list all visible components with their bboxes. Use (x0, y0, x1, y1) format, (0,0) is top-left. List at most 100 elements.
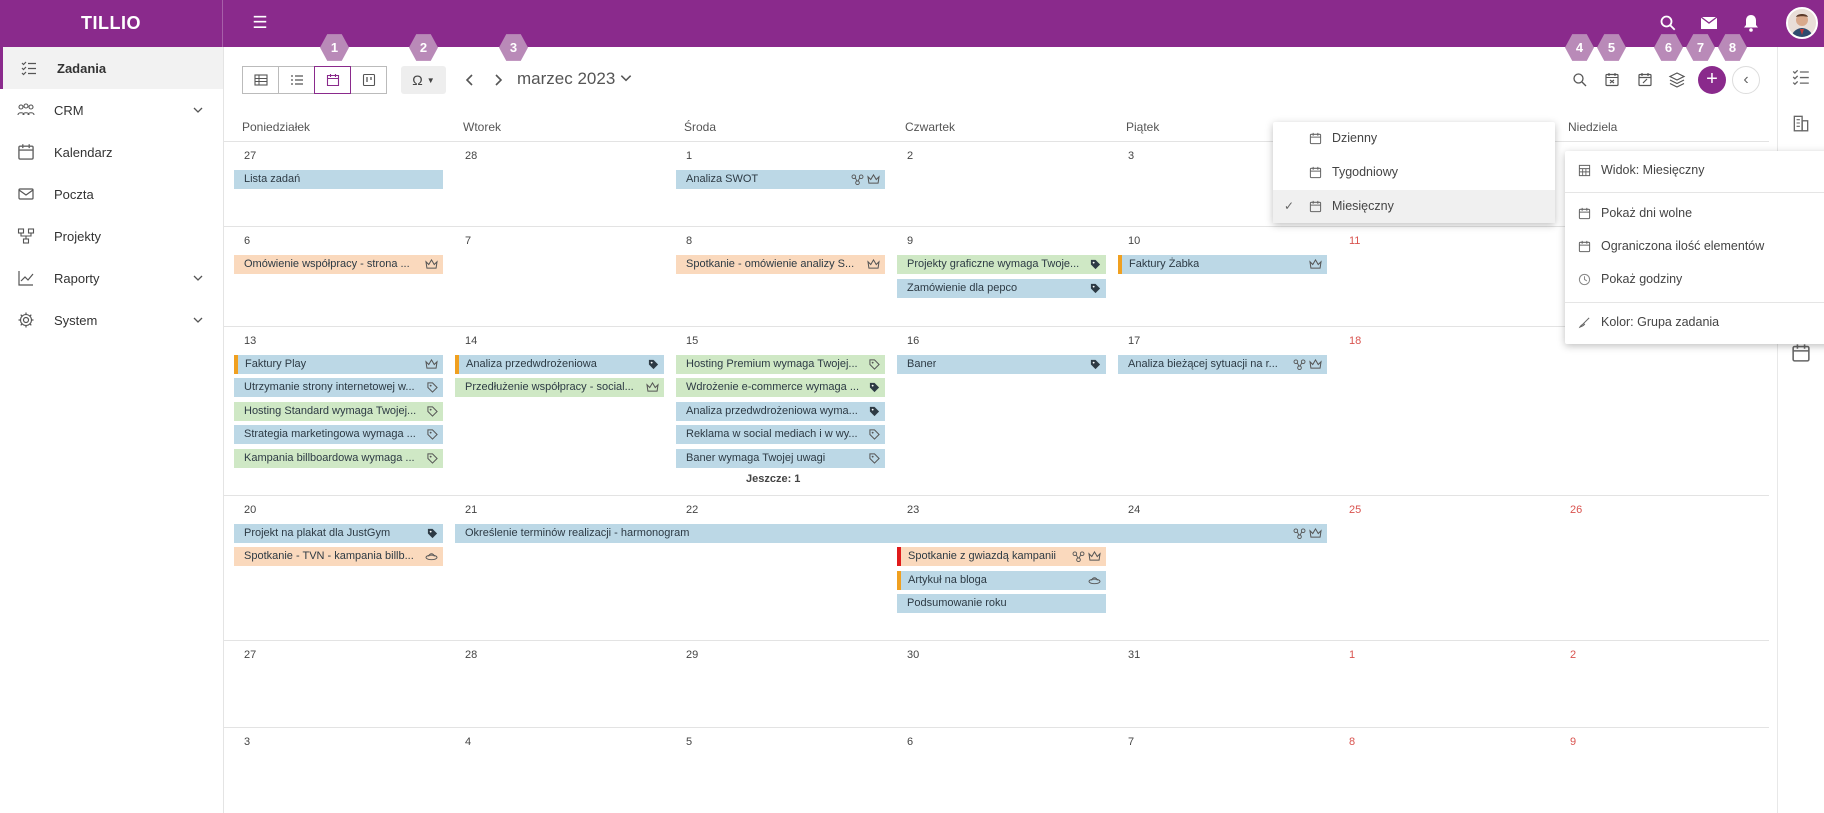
sidebar-item-kalendarz[interactable]: Kalendarz (0, 131, 223, 173)
day-number[interactable]: 17 (1128, 335, 1140, 347)
day-number[interactable]: 20 (244, 504, 256, 516)
day-number[interactable]: 3 (1128, 150, 1134, 162)
day-number[interactable]: 11 (1349, 235, 1360, 247)
toggle-row-limit-items[interactable]: Ograniczona ilość elementów (1565, 231, 1824, 263)
sidebar-item-crm[interactable]: CRM (0, 89, 223, 131)
day-number[interactable]: 23 (907, 504, 919, 516)
calendar-event[interactable]: Artykuł na bloga (897, 571, 1106, 590)
day-number[interactable]: 2 (907, 150, 913, 162)
view-setting-row[interactable]: Widok: Miesięczny 9 » (1565, 155, 1824, 187)
sidebar-item-system[interactable]: System (0, 299, 223, 341)
day-number[interactable]: 26 (1570, 504, 1582, 516)
toggle-row-show-hours[interactable]: Pokaż godziny (1565, 264, 1824, 296)
day-number[interactable]: 13 (244, 335, 256, 347)
day-number[interactable]: 27 (244, 150, 256, 162)
calendar-icon[interactable] (1791, 343, 1811, 363)
calendar-event[interactable]: Spotkanie z gwiazdą kampanii (897, 547, 1106, 566)
view-option-daily[interactable]: Dzienny (1273, 122, 1555, 155)
day-number[interactable]: 4 (465, 736, 471, 748)
calendar-event[interactable]: Strategia marketingowa wymaga ... (234, 425, 443, 444)
day-number[interactable]: 7 (1128, 736, 1134, 748)
calendar-event[interactable]: Analiza przedwdrożeniowa wyma... (676, 402, 885, 421)
day-number[interactable]: 28 (465, 150, 477, 162)
calendar-event[interactable]: Omówienie współpracy - strona ... (234, 255, 443, 274)
color-setting-row[interactable]: Kolor: Grupa zadania » (1565, 307, 1824, 339)
day-number[interactable]: 6 (244, 235, 250, 247)
calendar-event[interactable]: Spotkanie - TVN - kampania billb... (234, 547, 443, 566)
calendar-event[interactable]: Projekt na plakat dla JustGym (234, 524, 443, 543)
resource-filter-button[interactable]: Ω ▼ (401, 66, 446, 94)
prev-month-arrow-icon[interactable] (460, 70, 480, 90)
day-number[interactable]: 7 (465, 235, 471, 247)
calendar-event[interactable]: Analiza bieżącej sytuacji na r... (1118, 355, 1327, 374)
day-number[interactable]: 1 (1349, 649, 1355, 661)
day-number[interactable]: 18 (1349, 335, 1361, 347)
day-number[interactable]: 21 (465, 504, 477, 516)
calendar-event[interactable]: Hosting Premium wymaga Twojej... (676, 355, 885, 374)
day-number[interactable]: 2 (1570, 649, 1576, 661)
day-number[interactable]: 10 (1128, 235, 1140, 247)
bell-icon[interactable] (1740, 12, 1762, 34)
day-number[interactable]: 6 (907, 736, 913, 748)
more-events-link[interactable]: Jeszcze: 1 (746, 473, 800, 485)
search-icon[interactable] (1657, 12, 1679, 34)
calendar-event[interactable]: Podsumowanie roku (897, 594, 1106, 613)
calendar-event[interactable]: Przedłużenie współpracy - social... (455, 378, 664, 397)
calendar-event[interactable]: Projekty graficzne wymaga Twoje... (897, 255, 1106, 274)
app-logo[interactable]: TILLIO (0, 0, 223, 47)
tasks-icon[interactable] (1791, 67, 1811, 87)
calendar-event[interactable]: Baner (897, 355, 1106, 374)
calendar-event[interactable]: Analiza przedwdrożeniowa (455, 355, 664, 374)
day-number[interactable]: 29 (686, 649, 698, 661)
day-number[interactable]: 3 (244, 736, 250, 748)
day-number[interactable]: 31 (1128, 649, 1140, 661)
day-number[interactable]: 27 (244, 649, 256, 661)
collapse-panel-button[interactable]: ‹ (1732, 66, 1760, 94)
day-number[interactable]: 1 (686, 150, 692, 162)
day-number[interactable]: 24 (1128, 504, 1140, 516)
add-button[interactable]: + (1698, 66, 1726, 94)
calendar-event[interactable]: Zamówienie dla pepco (897, 279, 1106, 298)
next-month-arrow-icon[interactable] (488, 70, 508, 90)
list-view-button[interactable] (278, 66, 315, 94)
calendar-event[interactable]: Kampania billboardowa wymaga ... (234, 449, 443, 468)
sidebar-item-zadania[interactable]: Zadania (0, 47, 223, 89)
day-number[interactable]: 28 (465, 649, 477, 661)
menu-toggle-icon[interactable]: ☰ (249, 12, 271, 34)
day-number[interactable]: 8 (686, 235, 692, 247)
day-number[interactable]: 9 (1570, 736, 1576, 748)
calendar-event[interactable]: Określenie terminów realizacji - harmono… (455, 524, 1327, 543)
day-number[interactable]: 9 (907, 235, 913, 247)
sidebar-item-poczta[interactable]: Poczta (0, 173, 223, 215)
day-number[interactable]: 5 (686, 736, 692, 748)
calendar-view-button[interactable] (314, 66, 351, 94)
sidebar-item-raporty[interactable]: Raporty (0, 257, 223, 299)
calendar-x-icon[interactable] (1602, 70, 1622, 90)
calendar-event[interactable]: Faktury Play (234, 355, 443, 374)
building-icon[interactable] (1791, 113, 1811, 133)
calendar-event[interactable]: Wdrożenie e-commerce wymaga ... (676, 378, 885, 397)
day-number[interactable]: 15 (686, 335, 698, 347)
view-option-weekly[interactable]: Tygodniowy (1273, 156, 1555, 189)
calendar-event[interactable]: Faktury Żabka (1118, 255, 1327, 274)
kanban-view-button[interactable] (350, 66, 387, 94)
month-selector[interactable]: marzec 2023 (517, 69, 633, 89)
view-option-monthly[interactable]: ✓ Miesięczny (1273, 190, 1555, 223)
calendar-event[interactable]: Spotkanie - omówienie analizy S... (676, 255, 885, 274)
day-number[interactable]: 8 (1349, 736, 1355, 748)
mail-icon[interactable] (1698, 12, 1720, 34)
calendar-event[interactable]: Utrzymanie strony internetowej w... (234, 378, 443, 397)
avatar[interactable] (1786, 7, 1818, 39)
calendar-event[interactable]: Reklama w social mediach i w wy... (676, 425, 885, 444)
day-number[interactable]: 14 (465, 335, 477, 347)
day-number[interactable]: 30 (907, 649, 919, 661)
search-icon[interactable] (1570, 70, 1590, 90)
sidebar-item-projekty[interactable]: Projekty (0, 215, 223, 257)
layers-icon[interactable] (1667, 70, 1687, 90)
calendar-event[interactable]: Lista zadań (234, 170, 443, 189)
day-number[interactable]: 25 (1349, 504, 1361, 516)
toggle-row-show-days-off[interactable]: Pokaż dni wolne (1565, 198, 1824, 230)
table-view-button[interactable] (242, 66, 279, 94)
calendar-event[interactable]: Hosting Standard wymaga Twojej... (234, 402, 443, 421)
calendar-event[interactable]: Analiza SWOT (676, 170, 885, 189)
